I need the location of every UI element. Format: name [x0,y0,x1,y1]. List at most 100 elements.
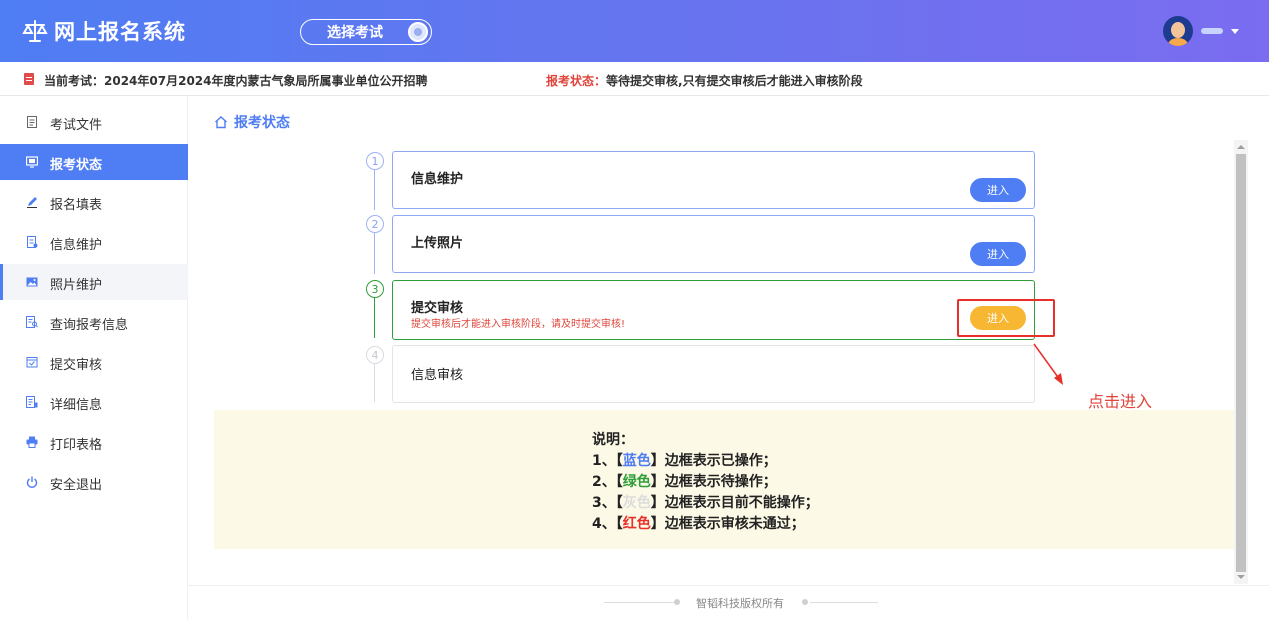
sidebar-item-info-maintenance[interactable]: 信息维护 [0,224,188,260]
line-prefix: 1、【 [592,453,623,469]
step-card-upload-photo: 上传照片 进入 [392,215,1035,273]
highlight-box [957,299,1055,337]
step-number: 4 [366,346,384,364]
step-warning-text: 提交审核后才能进入审核阶段，请及时提交审核! [411,319,626,330]
footer: 智韬科技版权所有 [188,585,1269,620]
scroll-up-icon[interactable] [1237,145,1245,149]
explanation-line: 2、【绿色】边框表示待操作； [592,472,819,493]
arrow-icon [1033,343,1063,385]
explanation-title: 说明： [592,432,634,448]
sidebar-item-label: 打印表格 [50,438,103,453]
document-icon [27,116,37,128]
explanation-line: 3、【灰色】边框表示目前不能操作； [592,493,819,514]
enter-info-maintenance-button[interactable]: 进入 [970,178,1026,202]
app-logo[interactable]: 网上报名系统 [20,16,186,46]
sidebar-item-details[interactable]: 详细信息 [0,384,188,420]
step-number: 3 [366,280,384,298]
click-hint: 点击进入 [1088,392,1153,411]
explanation-line: 1、【蓝色】边框表示已操作； [592,451,819,472]
image-icon [26,277,38,287]
select-exam-label: 选择考试 [327,25,383,41]
sidebar-item-label: 报名填表 [50,198,103,213]
sidebar-item-label: 查询报考信息 [50,318,129,333]
username-redacted [1201,28,1223,34]
calendar-check-icon [26,357,38,368]
vertical-scrollbar[interactable] [1234,140,1248,584]
line-prefix: 3、【 [592,495,623,511]
step-number: 1 [366,152,384,170]
sidebar-item-label: 安全退出 [50,478,103,493]
color-word-red: 红色 [622,516,651,532]
sidebar-item-label: 信息维护 [50,238,103,253]
sidebar-item-print-form[interactable]: 打印表格 [0,424,188,460]
sidebar-item-label: 提交审核 [50,358,103,373]
step-number: 2 [366,215,384,233]
sidebar-item-label: 考试文件 [50,118,103,133]
scrollbar-thumb[interactable] [1236,154,1246,572]
sidebar: 考试文件 报考状态 报名填表 信息维护 照片维护 查询报考信息 提交审核 详细信… [0,96,188,620]
sidebar-item-query-info[interactable]: 查询报考信息 [0,304,188,340]
top-header: 网上报名系统 选择考试 [0,0,1269,62]
copyright-text: 智韬科技版权所有 [696,597,784,610]
power-icon [26,476,38,488]
step-card-info-review: 信息审核 [392,345,1035,403]
footer-divider [604,602,674,603]
sidebar-item-label: 照片维护 [50,278,103,293]
sidebar-item-application-status[interactable]: 报考状态 [0,144,188,180]
line-suffix: 】边框表示目前不能操作； [650,495,819,511]
status-value: 等待提交审核,只有提交审核后才能进入审核阶段 [606,74,863,88]
page-title-text: 报考状态 [234,115,290,131]
line-suffix: 】边框表示审核未通过； [650,516,805,532]
sidebar-item-logout[interactable]: 安全退出 [0,464,188,500]
exam-info-bar: 当前考试：2024年07月2024年度内蒙古气象局所属事业单位公开招聘 报考状态… [0,62,1269,96]
sidebar-item-photo-maintenance[interactable]: 照片维护 [0,264,188,300]
step-title: 提交审核 [411,301,464,316]
home-icon [215,116,227,129]
footer-dot [674,599,680,605]
step-card-info-maintenance: 信息维护 进入 [392,151,1035,209]
form-icon [27,236,38,248]
exam-globe-icon [408,22,428,42]
current-exam-text: 当前考试：2024年07月2024年度内蒙古气象局所属事业单位公开招聘 [44,74,428,88]
chevron-down-icon [1231,28,1239,34]
monitor-icon [26,156,38,168]
line-prefix: 2、【 [592,474,623,490]
line-prefix: 4、【 [592,516,623,532]
step-connector [374,362,375,402]
enter-upload-photo-button[interactable]: 进入 [970,242,1026,266]
sidebar-item-label: 报考状态 [50,158,103,173]
explanation-text: 说明： 1、【蓝色】边框表示已操作； 2、【绿色】边框表示待操作； 3、【灰色】… [592,430,819,535]
footer-dot [802,599,808,605]
detail-icon [26,396,38,408]
sidebar-item-exam-files[interactable]: 考试文件 [0,104,188,140]
search-doc-icon [26,316,38,328]
explanation-line: 4、【红色】边框表示审核未通过； [592,514,819,535]
step-title: 信息审核 [411,368,464,383]
explanation-panel: 说明： 1、【蓝色】边框表示已操作； 2、【绿色】边框表示待操作； 3、【灰色】… [214,410,1234,549]
sidebar-item-submit-review[interactable]: 提交审核 [0,344,188,380]
footer-divider [810,602,878,603]
step-card-submit-review: 提交审核 提交审核后才能进入审核阶段，请及时提交审核! 进入 [392,280,1035,340]
printer-icon [26,436,38,448]
line-suffix: 】边框表示已操作； [650,453,777,469]
scroll-down-icon[interactable] [1237,575,1245,579]
sidebar-item-fill-form[interactable]: 报名填表 [0,184,188,220]
scales-icon [22,20,48,42]
status-label: 报考状态： [546,74,607,88]
app-title: 网上报名系统 [54,20,186,44]
line-suffix: 】边框表示待操作； [650,474,777,490]
page-title: 报考状态 [214,112,290,132]
select-exam-button[interactable]: 选择考试 [300,19,432,45]
exam-status: 报考状态：等待提交审核,只有提交审核后才能进入审核阶段 [546,72,863,89]
avatar [1163,16,1193,46]
step-connector [374,296,375,338]
step-connector [374,230,375,274]
sidebar-item-label: 详细信息 [50,398,103,413]
step-title: 信息维护 [411,172,464,187]
color-word-green: 绿色 [622,474,651,490]
pencil-icon [27,197,37,208]
document-icon [24,73,34,85]
color-word-blue: 蓝色 [622,453,651,469]
step-title: 上传照片 [411,236,464,251]
user-menu[interactable] [1163,16,1239,46]
